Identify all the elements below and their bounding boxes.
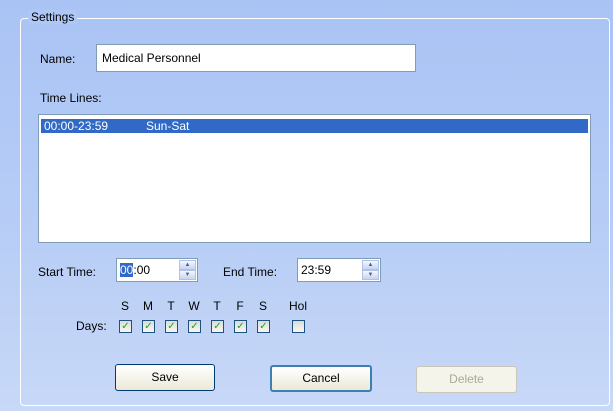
- day-letter-mon: M: [143, 299, 153, 313]
- start-time-hours[interactable]: 00: [120, 263, 134, 277]
- hol-checkbox[interactable]: [292, 320, 305, 333]
- day-checkbox-tue[interactable]: ✓: [165, 320, 178, 333]
- day-letter-thu: T: [213, 299, 221, 313]
- day-checkbox-thu[interactable]: ✓: [211, 320, 224, 333]
- hol-label: Hol: [289, 299, 308, 313]
- list-item[interactable]: 00:00-23:59 Sun-Sat: [41, 119, 588, 133]
- day-checkbox-fri[interactable]: ✓: [234, 320, 247, 333]
- check-icon: ✓: [213, 321, 222, 332]
- day-letter-sun: S: [120, 299, 129, 313]
- start-time-rest[interactable]: :00: [133, 263, 150, 277]
- days-label: Days:: [76, 319, 107, 333]
- cancel-button[interactable]: Cancel: [270, 365, 372, 392]
- day-checkbox-mon[interactable]: ✓: [142, 320, 155, 333]
- spin-down-icon[interactable]: ▼: [179, 270, 196, 280]
- save-button[interactable]: Save: [115, 364, 215, 391]
- group-title: Settings: [28, 10, 78, 24]
- timeline-time: 00:00-23:59: [44, 119, 109, 133]
- day-letter-sat: S: [258, 299, 267, 313]
- name-label: Name:: [40, 52, 76, 66]
- day-checkbox-wed[interactable]: ✓: [188, 320, 201, 333]
- spin-up-icon[interactable]: ▲: [179, 260, 196, 270]
- check-icon: ✓: [121, 321, 130, 332]
- start-time-stepper[interactable]: 00:00 ▲ ▼: [116, 258, 198, 282]
- check-icon: ✓: [167, 321, 176, 332]
- check-icon: ✓: [190, 321, 199, 332]
- start-time-label: Start Time:: [38, 265, 97, 279]
- day-checkbox-sat[interactable]: ✓: [257, 320, 270, 333]
- name-field[interactable]: Medical Personnel: [96, 44, 416, 72]
- timelines-list[interactable]: 00:00-23:59 Sun-Sat: [38, 114, 591, 243]
- check-icon: ✓: [144, 321, 153, 332]
- day-letter-tue: T: [167, 299, 175, 313]
- check-icon: ✓: [236, 321, 245, 332]
- day-letter-wed: W: [188, 299, 200, 313]
- timelines-label: Time Lines:: [40, 91, 102, 105]
- check-icon: ✓: [259, 321, 268, 332]
- end-time-stepper[interactable]: 23:59 ▲ ▼: [297, 258, 381, 282]
- day-checkbox-sun[interactable]: ✓: [119, 320, 132, 333]
- spin-up-icon[interactable]: ▲: [362, 260, 379, 270]
- spin-down-icon[interactable]: ▼: [362, 270, 379, 280]
- day-letter-fri: F: [236, 299, 244, 313]
- delete-button[interactable]: Delete: [416, 366, 517, 393]
- end-time-label: End Time:: [223, 265, 278, 279]
- end-time-value[interactable]: 23:59: [301, 263, 331, 277]
- timeline-days: Sun-Sat: [146, 119, 190, 133]
